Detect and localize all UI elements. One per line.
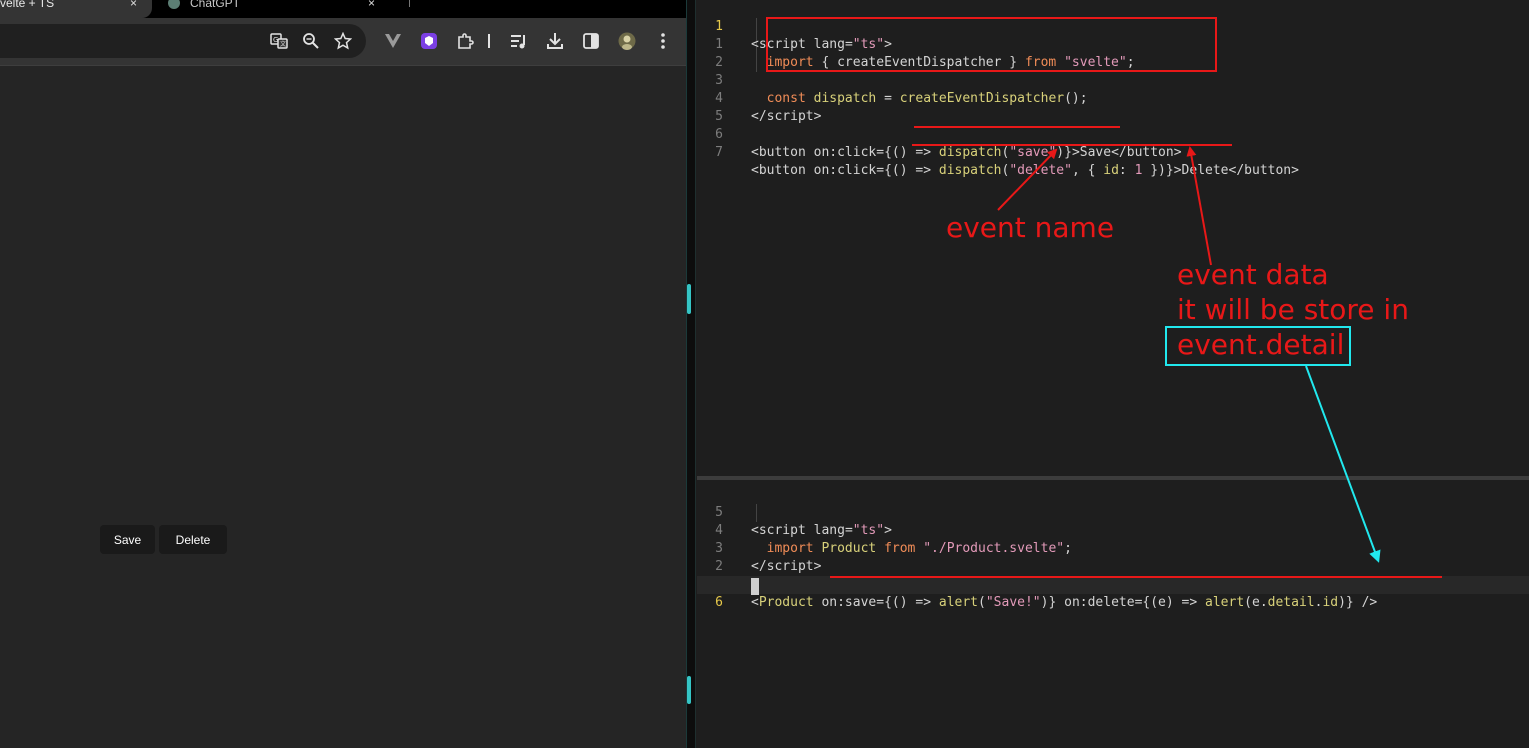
code-text: <button on:click={() => dispatch("save")…: [751, 145, 1182, 160]
code-line[interactable]: 2: [697, 36, 1529, 70]
code-line[interactable]: 6 <button on:click={() => dispatch("save…: [697, 108, 1529, 160]
media-queue-icon[interactable]: [508, 30, 530, 52]
code-line[interactable]: 4 </script>: [697, 72, 1529, 124]
page-viewport: Save Delete: [0, 67, 686, 748]
annotation-event-name: event name: [946, 211, 1115, 244]
annotation-event-detail: event.detail: [1177, 328, 1345, 361]
save-button[interactable]: Save: [100, 525, 155, 554]
extension-purple-icon[interactable]: [418, 30, 440, 52]
code-line[interactable]: 1 <Product on:save={() => alert("Save!")…: [697, 558, 1529, 610]
code-line[interactable]: 3 </script>: [697, 522, 1529, 574]
tab-svelte-ts[interactable]: velte + TS ×: [0, 0, 152, 18]
profile-avatar-icon[interactable]: [616, 30, 638, 52]
tab-strip: velte + TS × ChatGPT ×: [0, 0, 686, 18]
zoom-icon[interactable]: [300, 30, 322, 52]
divider-glow-mark: [687, 284, 691, 314]
tab-close-icon[interactable]: ×: [368, 0, 375, 10]
side-panel-icon[interactable]: [580, 30, 602, 52]
code-line[interactable]: 7 <button on:click={() => dispatch("dele…: [697, 126, 1529, 178]
code-line[interactable]: 5 <script lang="ts">: [697, 486, 1529, 538]
tab-chatgpt[interactable]: ChatGPT ×: [152, 0, 392, 18]
download-icon[interactable]: [544, 30, 566, 52]
translate-icon[interactable]: G文: [268, 30, 290, 52]
browser-toolbar: G文: [0, 18, 686, 66]
delete-button[interactable]: Delete: [159, 525, 227, 554]
text-cursor: [751, 578, 759, 595]
editor-pane-app-svelte[interactable]: 5 <script lang="ts"> 4 import Product fr…: [697, 480, 1529, 748]
code-editor: 1 <script lang="ts"> 1 import { createEv…: [697, 0, 1529, 748]
tab-separator: [409, 0, 410, 7]
divider-glow-mark: [687, 676, 691, 704]
line-number: 6: [715, 595, 723, 610]
code-line[interactable]: 2: [697, 540, 1529, 574]
vue-devtools-icon[interactable]: [382, 30, 404, 52]
extensions-puzzle-icon[interactable]: [454, 30, 476, 52]
code-line-current[interactable]: 6: [697, 576, 1529, 610]
annotation-event-data: event data: [1177, 258, 1329, 291]
tab-close-icon[interactable]: ×: [130, 0, 137, 10]
line-number: 7: [715, 145, 723, 160]
chatgpt-favicon-icon: [168, 0, 180, 9]
annotation-store-in: it will be store in: [1177, 293, 1409, 326]
code-text: <Product on:save={() => alert("Save!")} …: [751, 595, 1378, 610]
browser-menu-icon[interactable]: [652, 30, 674, 52]
svg-text:文: 文: [280, 40, 286, 48]
code-line[interactable]: 5: [697, 90, 1529, 124]
code-line[interactable]: 1 import { createEventDispatcher } from …: [697, 18, 1529, 70]
code-line[interactable]: 4 import Product from "./Product.svelte"…: [697, 504, 1529, 556]
tab-title: ChatGPT: [190, 0, 241, 10]
bookmark-star-icon[interactable]: [332, 30, 354, 52]
code-line[interactable]: 1 <script lang="ts">: [697, 0, 1529, 52]
code-text: <button on:click={() => dispatch("delete…: [751, 163, 1299, 178]
toolbar-divider: [486, 30, 492, 52]
code-line[interactable]: 3 const dispatch = createEventDispatcher…: [697, 54, 1529, 106]
browser-window: velte + TS × ChatGPT × G文 Save Delete: [0, 0, 686, 748]
tab-title: velte + TS: [0, 0, 55, 10]
window-split-divider[interactable]: [686, 0, 696, 748]
